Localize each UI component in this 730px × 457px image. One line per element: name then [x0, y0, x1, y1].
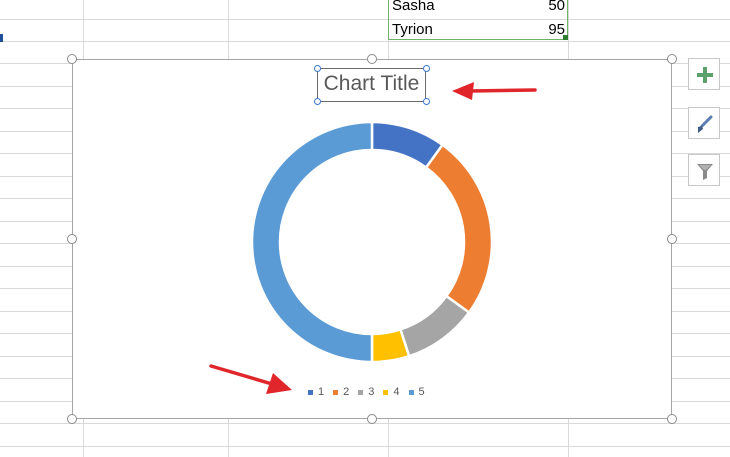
paintbrush-icon	[698, 115, 713, 133]
chart-styles-button[interactable]	[688, 107, 720, 139]
resize-handle-right[interactable]	[667, 234, 677, 244]
title-handle-bottom-left[interactable]	[314, 98, 321, 105]
legend-label: 1	[318, 386, 325, 398]
row-marker	[0, 34, 3, 42]
legend-item-2[interactable]: 2	[333, 386, 349, 398]
doughnut-chart[interactable]	[251, 121, 493, 363]
arrow-icon	[452, 82, 537, 100]
resize-handle-top-right[interactable]	[667, 54, 677, 64]
title-handle-top-right[interactable]	[423, 65, 430, 72]
legend-item-3[interactable]: 3	[358, 386, 374, 398]
resize-handle-bottom-left[interactable]	[67, 414, 77, 424]
legend-swatch	[408, 389, 414, 395]
legend-item-4[interactable]: 4	[383, 386, 400, 398]
doughnut-slice-5[interactable]	[251, 121, 374, 363]
legend-swatch	[383, 389, 389, 395]
legend-label: 2	[343, 386, 350, 398]
chart-title[interactable]: Chart Title	[317, 72, 426, 96]
cell-selection-range	[388, 0, 568, 40]
fill-handle[interactable]	[563, 35, 568, 40]
title-handle-top-left[interactable]	[314, 65, 321, 72]
doughnut-slice-2[interactable]	[424, 143, 493, 315]
legend-swatch	[308, 389, 313, 395]
legend-swatch	[333, 389, 339, 395]
chart-elements-button[interactable]	[688, 58, 720, 90]
legend-label: 3	[368, 386, 375, 398]
legend-item-1[interactable]: 1	[308, 386, 324, 398]
resize-handle-left[interactable]	[67, 234, 77, 244]
legend-swatch	[358, 389, 364, 395]
resize-handle-bottom-right[interactable]	[667, 414, 677, 424]
legend-item-5[interactable]: 5	[408, 386, 425, 398]
chart-filters-button[interactable]	[688, 154, 720, 186]
doughnut-slice-3[interactable]	[398, 294, 471, 358]
title-handle-bottom-right[interactable]	[423, 98, 430, 105]
arrow-icon	[209, 364, 292, 394]
resize-handle-top[interactable]	[367, 54, 377, 64]
legend-label: 4	[393, 386, 400, 398]
legend-label: 5	[418, 386, 425, 398]
resize-handle-top-left[interactable]	[67, 54, 77, 64]
plus-icon	[697, 67, 713, 83]
funnel-icon	[697, 164, 713, 180]
chart-legend[interactable]: 1 2 3 4 5	[308, 386, 434, 398]
resize-handle-bottom[interactable]	[367, 414, 377, 424]
